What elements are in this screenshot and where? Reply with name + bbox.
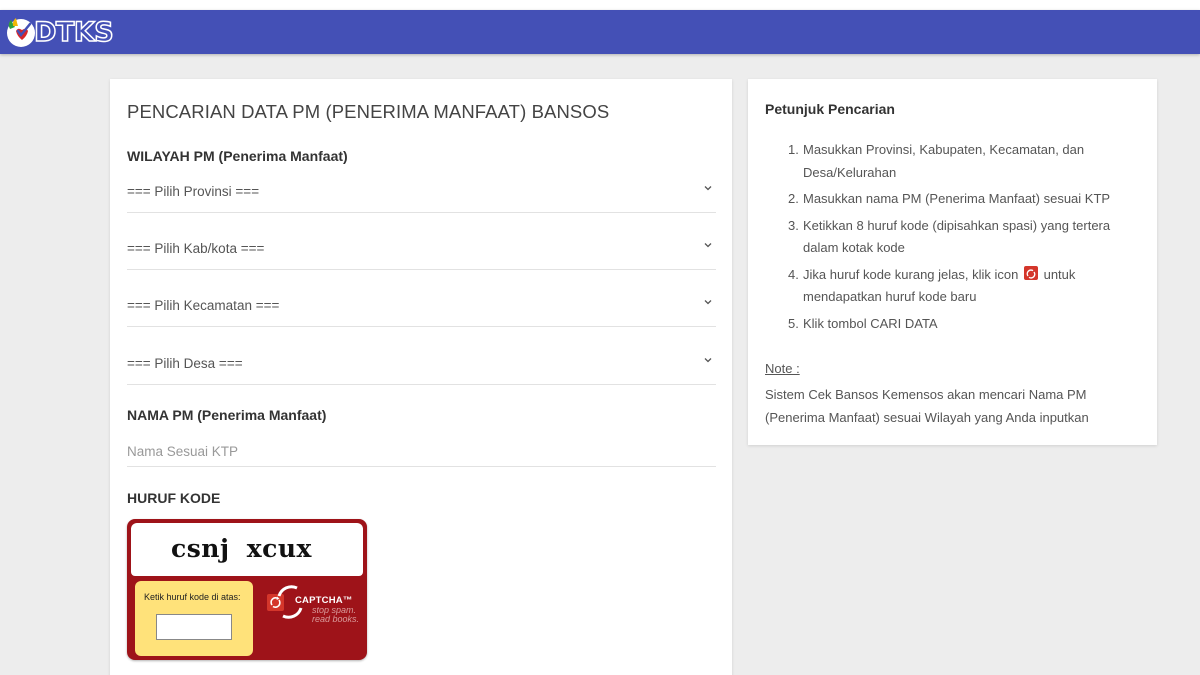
village-select-value: === Pilih Desa === (127, 356, 243, 371)
code-section-label: HURUF KODE (127, 490, 221, 506)
step-text: Klik tombol CARI DATA (803, 315, 938, 331)
logo-wordmark: DTKS (33, 16, 114, 49)
page-title: PENCARIAN DATA PM (PENERIMA MANFAAT) BAN… (127, 101, 610, 122)
province-select-value: === Pilih Provinsi === (127, 184, 260, 199)
region-section-label: WILAYAH PM (Penerima Manfaat) (127, 148, 348, 164)
instruction-step: 1. Masukkan Provinsi, Kabupaten, Kecamat… (788, 139, 1133, 184)
instructions-card: Petunjuk Pencarian 1. Masukkan Provinsi,… (748, 79, 1157, 445)
chevron-down-icon (704, 186, 712, 191)
chevron-down-icon (704, 300, 712, 305)
search-form-card: PENCARIAN DATA PM (PENERIMA MANFAAT) BAN… (110, 79, 732, 675)
district-select-value: === Pilih Kecamatan === (127, 298, 280, 313)
captcha-image: csnj xcux (131, 523, 363, 576)
step-text: Ketikkan 8 huruf kode (dipisahkan spasi)… (803, 217, 1111, 256)
instructions-title: Petunjuk Pencarian (765, 101, 895, 117)
instruction-step: 4. Jika huruf kode kurang jelas, klik ic… (788, 264, 1133, 309)
note-text: Sistem Cek Bansos Kemensos akan mencari … (765, 387, 1089, 425)
step-text: Jika huruf kode kurang jelas, klik icon (803, 266, 1019, 282)
instruction-step: 3. Ketikkan 8 huruf kode (dipisahkan spa… (788, 215, 1133, 260)
step-text: Masukkan Provinsi, Kabupaten, Kecamatan,… (803, 142, 1085, 180)
name-input[interactable] (127, 437, 716, 467)
step-text: Masukkan nama PM (Penerima Manfaat) sesu… (803, 191, 1111, 206)
refresh-icon (1023, 265, 1038, 280)
village-select[interactable]: === Pilih Desa === (127, 349, 716, 385)
chevron-down-icon (704, 358, 712, 363)
step-number: 3. (788, 217, 799, 233)
instruction-step: 5. Klik tombol CARI DATA (788, 313, 1133, 336)
captcha-tagline: stop spam. read books. (312, 606, 359, 624)
captcha-word: csnj xcux (171, 534, 312, 563)
instruction-step: 2. Masukkan nama PM (Penerima Manfaat) s… (788, 188, 1133, 211)
captcha-entry-box: Ketik huruf kode di atas: (135, 581, 253, 656)
navbar: DTKS (0, 10, 1200, 54)
step-number: 2. (788, 191, 799, 206)
chevron-down-icon (704, 243, 712, 248)
captcha-tagline-line: read books. (312, 614, 360, 624)
captcha-widget: csnj xcux Ketik huruf kode di atas: CAPT… (127, 519, 367, 660)
province-select[interactable]: === Pilih Provinsi === (127, 177, 716, 213)
name-section-label: NAMA PM (Penerima Manfaat) (127, 407, 327, 423)
step-number: 1. (788, 142, 799, 157)
browser-top-strip (0, 0, 1200, 10)
step-number: 5. (788, 315, 799, 331)
regency-select[interactable]: === Pilih Kab/kota === (127, 234, 716, 270)
captcha-entry-label: Ketik huruf kode di atas: (144, 592, 241, 602)
step-number: 4. (788, 266, 799, 282)
regency-select-value: === Pilih Kab/kota === (127, 241, 265, 256)
dtks-logo[interactable]: DTKS (4, 14, 116, 50)
captcha-input[interactable] (156, 614, 232, 640)
district-select[interactable]: === Pilih Kecamatan === (127, 291, 716, 327)
instructions-list: 1. Masukkan Provinsi, Kabupaten, Kecamat… (788, 139, 1133, 339)
note-label: Note : (765, 361, 800, 376)
hands-heart-logo-icon (7, 18, 35, 47)
